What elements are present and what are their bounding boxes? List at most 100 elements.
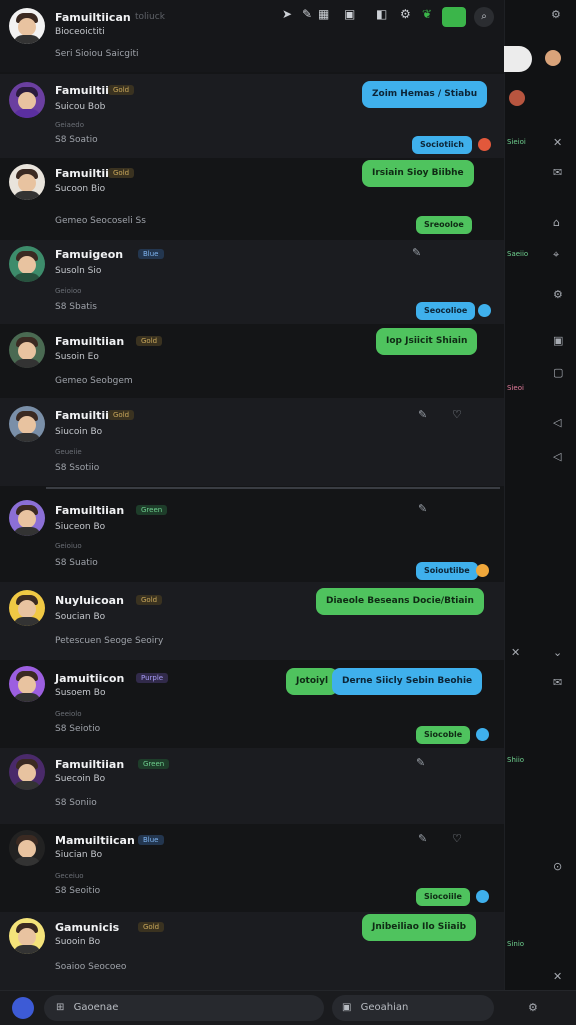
rank-badge: Gold [108, 85, 135, 95]
search-icon[interactable]: ⌕ [474, 7, 494, 27]
avatar[interactable] [9, 8, 45, 44]
emoji-icon [478, 304, 491, 317]
close-icon[interactable]: ✕ [553, 970, 562, 983]
reply-bubble[interactable]: Jnibeiliao Ilo Siiaib [362, 914, 477, 941]
window-icon[interactable]: ◧ [376, 7, 387, 21]
list-item[interactable]: Famuigeon Blue Susoln Sio Geioioo S8 Sba… [0, 240, 504, 324]
window-icon[interactable]: ▢ [553, 366, 563, 379]
search-input[interactable]: ▣ Geoahian [332, 995, 494, 1021]
gear-icon[interactable]: ⚙ [553, 288, 563, 301]
user-name: Famuigeon [55, 248, 124, 261]
reply-bubble[interactable]: Diaeole Beseans Docie/Btiain [316, 588, 484, 615]
list-item[interactable]: Famuiltiian Gold Siucoin Bo Geueiie S8 S… [0, 398, 504, 486]
caption: Geioioo [55, 287, 82, 295]
heart-icon[interactable]: ⊙ [553, 860, 562, 873]
user-name: Famuiltiian [55, 504, 125, 517]
home-icon[interactable]: ⌂ [553, 216, 560, 229]
pin-icon[interactable]: ⌖ [553, 248, 559, 262]
meta-line: S8 Ssotiio [55, 463, 100, 473]
emoji-icon [476, 890, 489, 903]
rail-avatar[interactable] [545, 50, 561, 66]
reply-bubble[interactable]: Irsiain Sioy Biibhe [362, 160, 474, 187]
reply-pill[interactable]: Siocoble [416, 726, 471, 744]
user-badge: toliuck [135, 12, 165, 22]
calendar-icon[interactable]: ▣ [553, 334, 563, 347]
list-item[interactable]: Gamunicis Gold Suooin Bo Soaioo Seocoeo … [0, 912, 504, 990]
reply-bubble[interactable]: Zoim Hemas / Stiabu [362, 81, 488, 108]
mail-icon[interactable]: ✉ [553, 166, 562, 179]
user-name: Gamunicis [55, 921, 120, 934]
gear-icon[interactable]: ⚙ [551, 8, 561, 21]
settings-icon[interactable]: ⚙ [400, 7, 411, 21]
list-item[interactable]: Famuiltiian Green Suecoin Bo S8 Soniio ✎ [0, 748, 504, 824]
list-item[interactable]: Famuiltiian Green Siuceon Bo Geioiuo S8 … [0, 492, 504, 580]
leaf-icon[interactable]: ❦ [422, 7, 432, 21]
meta-line: S8 Soatio [55, 135, 98, 145]
mail-icon[interactable]: ✉ [553, 676, 562, 689]
compose-button[interactable] [12, 997, 34, 1019]
send-icon[interactable]: ◁ [553, 416, 561, 429]
chat-icon[interactable]: ✎ [418, 408, 427, 421]
rank-badge: Green [136, 505, 168, 515]
calendar-icon[interactable]: ▣ [344, 7, 355, 21]
user-sub: Soucian Bo [55, 612, 106, 622]
user-name: Mamuiltiican [55, 834, 135, 847]
rank-badge: Gold [136, 595, 163, 605]
avatar [9, 406, 45, 442]
list-item[interactable]: Famuiltiican Gold Sucoon Bio Gemeo Seoco… [0, 160, 504, 238]
user-name: Nuyluicoan [55, 594, 124, 607]
reply-bubble[interactable]: Iop Jsiicit Shiain [376, 328, 478, 355]
rail-toggle[interactable] [504, 46, 532, 72]
list-item[interactable]: Famuiltiian Gold Susoin Eo Gemeo Seobgem… [0, 326, 504, 396]
pin-icon[interactable]: ➤ [282, 7, 292, 21]
list-item[interactable]: Famuiltiican Gold Suicou Bob Geiaedo S8 … [0, 74, 504, 158]
chat-icon[interactable]: ✎ [416, 756, 425, 769]
reply-bubble-short[interactable]: Jotoiyl [286, 668, 339, 695]
reply-pill[interactable]: Siocoiile [416, 888, 470, 906]
meta-line: S8 Soniio [55, 798, 97, 808]
rail-avatar[interactable] [509, 90, 525, 106]
avatar [9, 82, 45, 118]
search-placeholder: Geoahian [360, 1002, 409, 1013]
meta-line: S8 Seiotio [55, 724, 101, 734]
reply-pill[interactable]: Seocolioe [416, 302, 476, 320]
rank-badge: Green [138, 759, 170, 769]
user-sub: Siucoin Bo [55, 427, 103, 437]
chat-icon[interactable]: ✎ [418, 502, 427, 515]
rail-label: Saeiio [507, 250, 529, 258]
window-icon: ▣ [342, 1002, 352, 1013]
list-item[interactable]: Jamuitiicon Purple Susoem Bo Geeiolo S8 … [0, 662, 504, 746]
reply-bubble[interactable]: Derne Siicly Sebin Beohie [332, 668, 483, 695]
avatar [9, 246, 45, 282]
user-name: Famuiltiian [55, 335, 125, 348]
chat-icon[interactable]: ✎ [418, 832, 427, 845]
pen-icon[interactable]: ✎ [302, 7, 312, 21]
bottom-bar: ⊞ Gaoenae ▣ Geoahian ⚙ [0, 990, 576, 1025]
chat-icon[interactable]: ✎ [412, 246, 421, 259]
message-input[interactable]: ⊞ Gaoenae [44, 995, 324, 1021]
close-icon[interactable]: ✕ [511, 646, 520, 659]
caption: Geioiuo [55, 542, 82, 550]
rank-badge: Purple [136, 673, 169, 683]
chevron-down-icon[interactable]: ⌄ [553, 646, 562, 659]
meta-line: S8 Suatio [55, 558, 98, 568]
shield-button[interactable] [442, 7, 466, 27]
rank-badge: Gold [108, 410, 135, 420]
rank-badge: Gold [138, 922, 165, 932]
send-icon[interactable]: ◁ [553, 450, 561, 463]
reply-pill[interactable]: Soioutiibe [416, 562, 478, 580]
grid-icon[interactable]: ▦ [318, 7, 329, 21]
reply-pill[interactable]: Sociotiich [412, 136, 472, 154]
close-icon[interactable]: ✕ [553, 136, 562, 149]
user-name: Famuiltiian [55, 758, 125, 771]
rank-badge: Blue [138, 249, 164, 259]
user-sub: Siucian Bo [55, 850, 103, 860]
list-item[interactable]: Nuyluicoan Gold Soucian Bo Petescuen Seo… [0, 582, 504, 660]
reply-pill[interactable]: Sreooloe [416, 216, 472, 234]
heart-icon[interactable]: ♡ [452, 832, 462, 845]
list-item[interactable]: Mamuiltiican Blue Siucian Bo Geceiuo S8 … [0, 826, 504, 910]
heart-icon[interactable]: ♡ [452, 408, 462, 421]
rail-label: Shiio [507, 756, 525, 764]
meta-line: Petescuen Seoge Seoiry [55, 636, 164, 646]
gear-icon[interactable]: ⚙ [528, 1001, 538, 1014]
